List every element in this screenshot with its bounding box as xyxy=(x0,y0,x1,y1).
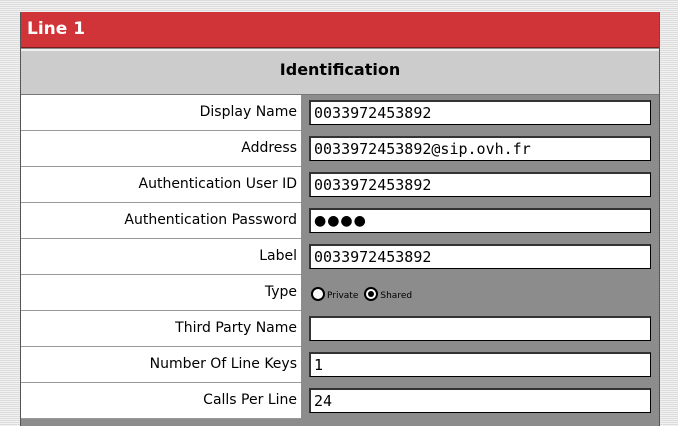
label-cell: Authentication User ID xyxy=(21,167,301,203)
field-cell: Private Shared xyxy=(303,275,659,311)
field-cell xyxy=(303,311,659,347)
title-bar: Line 1 xyxy=(21,12,659,48)
type-radio-group: Private Shared xyxy=(311,285,418,303)
label-input[interactable] xyxy=(309,244,651,269)
type-shared-radio[interactable] xyxy=(364,287,379,301)
field-cell xyxy=(303,239,659,275)
label-cell: Authentication Password xyxy=(21,203,301,239)
row-auth-user-id: Authentication User ID xyxy=(21,167,659,203)
label-cell: Address xyxy=(21,131,301,167)
line-keys-input[interactable] xyxy=(309,352,651,377)
label-cell: Third Party Name xyxy=(21,311,301,347)
type-shared-label[interactable]: Shared xyxy=(380,291,412,301)
row-third-party-name: Third Party Name xyxy=(21,311,659,347)
calls-per-line-input[interactable] xyxy=(309,388,651,413)
label-cell: Calls Per Line xyxy=(21,383,301,419)
third-party-name-input[interactable] xyxy=(309,316,651,341)
label-cell: Label xyxy=(21,239,301,275)
section-title: Identification xyxy=(279,60,401,79)
address-input[interactable] xyxy=(309,136,651,161)
field-cell xyxy=(303,383,659,419)
display-name-label: Display Name xyxy=(199,104,297,120)
field-cell xyxy=(303,203,659,239)
row-auth-password: Authentication Password xyxy=(21,203,659,239)
field-cell xyxy=(303,131,659,167)
type-private-label[interactable]: Private xyxy=(327,291,358,301)
type-private-radio[interactable] xyxy=(311,287,325,301)
label-cell: Number Of Line Keys xyxy=(21,347,301,383)
section-header: Identification xyxy=(21,49,659,95)
label-cell: Display Name xyxy=(21,95,301,131)
line-settings-panel: Line 1 Identification Display Name Addre… xyxy=(20,12,660,426)
auth-password-input[interactable] xyxy=(309,208,651,233)
line-keys-label: Number Of Line Keys xyxy=(149,356,297,372)
third-party-name-label: Third Party Name xyxy=(175,320,297,336)
type-label: Type xyxy=(264,284,297,300)
row-type: Type Private Shared xyxy=(21,275,659,311)
field-cell xyxy=(303,167,659,203)
auth-user-id-label: Authentication User ID xyxy=(138,176,298,192)
row-display-name: Display Name xyxy=(21,95,659,131)
row-calls-per-line: Calls Per Line xyxy=(21,383,659,419)
row-line-keys: Number Of Line Keys xyxy=(21,347,659,383)
label-cell: Type xyxy=(21,275,301,311)
address-label: Address xyxy=(241,140,297,156)
label-field-label: Label xyxy=(259,248,297,264)
field-cell xyxy=(303,347,659,383)
auth-password-label: Authentication Password xyxy=(124,212,297,228)
field-cell xyxy=(303,95,659,131)
row-label: Label xyxy=(21,239,659,275)
auth-user-id-input[interactable] xyxy=(309,172,651,197)
panel-title: Line 1 xyxy=(27,19,86,39)
calls-per-line-label: Calls Per Line xyxy=(203,392,297,408)
display-name-input[interactable] xyxy=(309,100,651,125)
row-address: Address xyxy=(21,131,659,167)
